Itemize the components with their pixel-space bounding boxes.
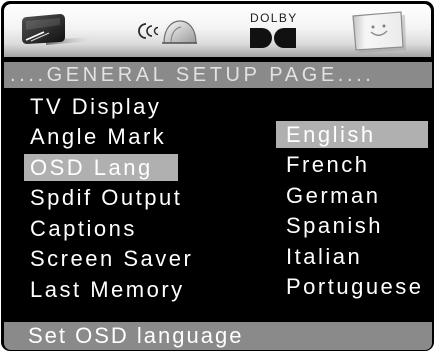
page-title: ....GENERAL SETUP PAGE.... <box>4 62 432 88</box>
menu-item-screen-saver[interactable]: Screen Saver <box>24 245 191 272</box>
tab-preferences[interactable] <box>348 10 408 54</box>
dolby-logo-text: DOLBY <box>250 11 298 25</box>
option-spanish[interactable]: Spanish <box>276 212 428 239</box>
menu-item-angle-mark[interactable]: Angle Mark <box>24 123 178 150</box>
menu-item-tv-display[interactable]: TV Display <box>24 93 178 120</box>
option-french[interactable]: French <box>276 151 428 178</box>
status-bar: Set OSD language <box>4 322 432 350</box>
osd-screen: DOLBY ....GENERAL SETUP PAGE.... TV Disp… <box>0 0 436 353</box>
option-english[interactable]: English <box>276 121 428 148</box>
menu-item-captions[interactable]: Captions <box>24 215 178 242</box>
menu-item-osd-lang[interactable]: OSD Lang <box>24 154 178 181</box>
option-portuguese[interactable]: Portuguese <box>276 273 428 300</box>
dolby-icon <box>250 28 296 48</box>
option-italian[interactable]: Italian <box>276 243 428 270</box>
general-setup-icon <box>22 14 94 45</box>
option-german[interactable]: German <box>276 182 428 209</box>
tab-general-setup[interactable] <box>16 10 96 50</box>
preferences-icon <box>352 11 406 53</box>
audio-setup-icon <box>138 20 197 44</box>
menu-item-spdif-output[interactable]: Spdif Output <box>24 184 180 211</box>
tab-audio-setup[interactable] <box>136 14 198 48</box>
menu-item-last-memory[interactable]: Last Memory <box>24 276 182 303</box>
